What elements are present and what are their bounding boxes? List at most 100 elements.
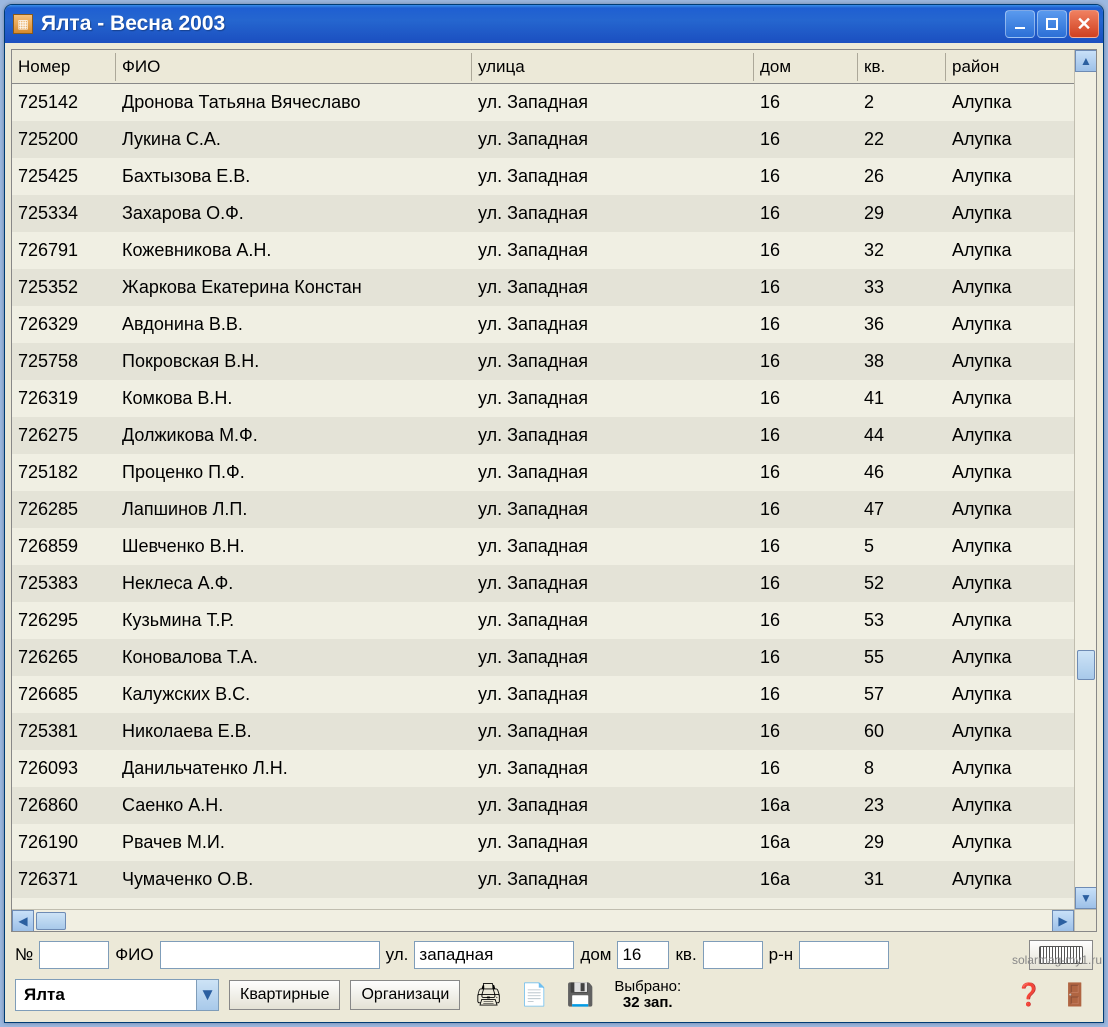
scroll-down-arrow-icon[interactable]: ▼	[1075, 887, 1097, 909]
filter-street-input[interactable]	[414, 941, 574, 969]
city-combobox[interactable]: Ялта ▼	[15, 979, 219, 1011]
cell-kv: 52	[858, 571, 946, 596]
cell-fio: Рвачев М.И.	[116, 830, 472, 855]
table-row[interactable]: 726329Авдонина В.В.ул. Западная1636Алупк…	[12, 306, 1096, 343]
column-header-nomer[interactable]: Номер	[12, 53, 116, 81]
horizontal-scrollbar[interactable]: ◀ ▶	[12, 909, 1074, 931]
maximize-button[interactable]	[1037, 10, 1067, 38]
cell-dom: 16	[754, 497, 858, 522]
table-row[interactable]: 726275Должикова М.Ф.ул. Западная1644Алуп…	[12, 417, 1096, 454]
scroll-right-arrow-icon[interactable]: ▶	[1052, 910, 1074, 932]
table-row[interactable]: 726859Шевченко В.Н.ул. Западная165Алупка	[12, 528, 1096, 565]
cell-dom: 16	[754, 460, 858, 485]
cell-ulica: ул. Западная	[472, 275, 754, 300]
help-button[interactable]: ❓	[1011, 978, 1047, 1012]
cell-ulica: ул. Западная	[472, 238, 754, 263]
column-header-dom[interactable]: дом	[754, 53, 858, 81]
label-street: ул.	[386, 945, 409, 965]
cell-fio: Авдонина В.В.	[116, 312, 472, 337]
cell-nomer: 726685	[12, 682, 116, 707]
table-row[interactable]: 725381Николаева Е.В.ул. Западная1660Алуп…	[12, 713, 1096, 750]
column-header-fio[interactable]: ФИО	[116, 53, 472, 81]
cell-nomer: 726265	[12, 645, 116, 670]
app-icon: ▦	[13, 14, 33, 34]
label-district: р-н	[769, 945, 794, 965]
save-button[interactable]: 💾	[562, 978, 598, 1012]
cell-nomer: 725142	[12, 90, 116, 115]
cell-kv: 33	[858, 275, 946, 300]
minimize-button[interactable]	[1005, 10, 1035, 38]
table-row[interactable]: 725758Покровская В.Н.ул. Западная1638Алу…	[12, 343, 1096, 380]
filter-house-input[interactable]	[617, 941, 669, 969]
export-button[interactable]: 📄	[516, 978, 552, 1012]
table-row[interactable]: 725142Дронова Татьяна Вячеславоул. Запад…	[12, 84, 1096, 121]
cell-nomer: 726860	[12, 793, 116, 818]
cell-ulica: ул. Западная	[472, 201, 754, 226]
table-row[interactable]: 726093Данильчатенко Л.Н.ул. Западная168А…	[12, 750, 1096, 787]
cell-dom: 16	[754, 201, 858, 226]
vertical-scroll-thumb[interactable]	[1077, 650, 1095, 680]
cell-ulica: ул. Западная	[472, 423, 754, 448]
filter-apartment-input[interactable]	[703, 941, 763, 969]
cell-kv: 29	[858, 201, 946, 226]
cell-dom: 16	[754, 645, 858, 670]
cell-dom: 16	[754, 312, 858, 337]
filter-district-input[interactable]	[799, 941, 889, 969]
titlebar[interactable]: ▦ Ялта - Весна 2003 ✕	[5, 5, 1103, 43]
table-row[interactable]: 725334Захарова О.Ф.ул. Западная1629Алупк…	[12, 195, 1096, 232]
cell-dom: 16	[754, 756, 858, 781]
filter-number-input[interactable]	[39, 941, 109, 969]
cell-kv: 22	[858, 127, 946, 152]
print-button[interactable]: 🖨	[470, 978, 506, 1012]
table-row[interactable]: 726190Рвачев М.И.ул. Западная16а29Алупка	[12, 824, 1096, 861]
scroll-left-arrow-icon[interactable]: ◀	[12, 910, 34, 932]
cell-fio: Жаркова Екатерина Констан	[116, 275, 472, 300]
exit-icon: 🚪	[1061, 982, 1088, 1008]
apartment-phones-button[interactable]: Квартирные	[229, 980, 340, 1010]
cell-nomer: 726791	[12, 238, 116, 263]
horizontal-scroll-thumb[interactable]	[36, 912, 66, 930]
filter-fio-input[interactable]	[160, 941, 380, 969]
table-row[interactable]: 726371Чумаченко О.В.ул. Западная16а31Алу…	[12, 861, 1096, 898]
label-number: №	[15, 945, 33, 965]
scroll-up-arrow-icon[interactable]: ▲	[1075, 50, 1097, 72]
cell-ulica: ул. Западная	[472, 534, 754, 559]
cell-kv: 8	[858, 756, 946, 781]
vertical-scrollbar[interactable]: ▲ ▼	[1074, 50, 1096, 909]
table-row[interactable]: 726265Коновалова Т.А.ул. Западная1655Алу…	[12, 639, 1096, 676]
table-row[interactable]: 726319Комкова В.Н.ул. Западная1641Алупка	[12, 380, 1096, 417]
table-row[interactable]: 725425Бахтызова Е.В.ул. Западная1626Алуп…	[12, 158, 1096, 195]
column-header-kv[interactable]: кв.	[858, 53, 946, 81]
grid-body[interactable]: 725142Дронова Татьяна Вячеславоул. Запад…	[12, 84, 1096, 931]
cell-dom: 16	[754, 127, 858, 152]
cell-dom: 16а	[754, 793, 858, 818]
table-row[interactable]: 726860Саенко А.Н.ул. Западная16а23Алупка	[12, 787, 1096, 824]
table-row[interactable]: 725352Жаркова Екатерина Констанул. Запад…	[12, 269, 1096, 306]
column-header-ulica[interactable]: улица	[472, 53, 754, 81]
close-button[interactable]: ✕	[1069, 10, 1099, 38]
table-row[interactable]: 726285Лапшинов Л.П.ул. Западная1647Алупк…	[12, 491, 1096, 528]
cell-nomer: 726275	[12, 423, 116, 448]
column-header-rajon[interactable]: район	[946, 53, 1074, 81]
cell-kv: 55	[858, 645, 946, 670]
cell-fio: Комкова В.Н.	[116, 386, 472, 411]
table-row[interactable]: 726685Калужских В.С.ул. Западная1657Алуп…	[12, 676, 1096, 713]
table-row[interactable]: 726295Кузьмина Т.Р.ул. Западная1653Алупк…	[12, 602, 1096, 639]
cell-fio: Кожевникова А.Н.	[116, 238, 472, 263]
cell-kv: 57	[858, 682, 946, 707]
cell-ulica: ул. Западная	[472, 682, 754, 707]
exit-button[interactable]: 🚪	[1057, 978, 1093, 1012]
cell-nomer: 725383	[12, 571, 116, 596]
cell-dom: 16	[754, 682, 858, 707]
chevron-down-icon[interactable]: ▼	[196, 980, 218, 1010]
cell-ulica: ул. Западная	[472, 386, 754, 411]
table-row[interactable]: 725182Проценко П.Ф.ул. Западная1646Алупк…	[12, 454, 1096, 491]
app-window: ▦ Ялта - Весна 2003 ✕ Номер ФИО улица до…	[4, 4, 1104, 1023]
cell-nomer: 725334	[12, 201, 116, 226]
cell-ulica: ул. Западная	[472, 349, 754, 374]
cell-dom: 16	[754, 423, 858, 448]
table-row[interactable]: 726791Кожевникова А.Н.ул. Западная1632Ал…	[12, 232, 1096, 269]
table-row[interactable]: 725200Лукина С.А.ул. Западная1622Алупка	[12, 121, 1096, 158]
table-row[interactable]: 725383Неклеса А.Ф.ул. Западная1652Алупка	[12, 565, 1096, 602]
organizations-button[interactable]: Организаци	[350, 980, 460, 1010]
